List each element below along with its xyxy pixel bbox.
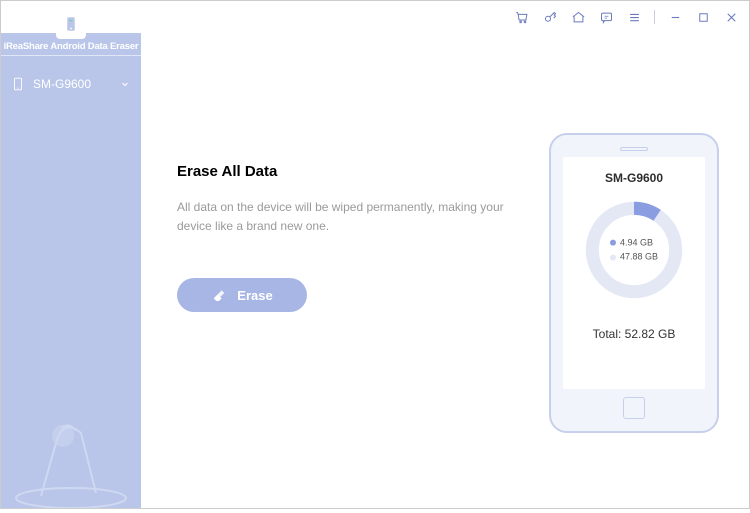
sidebar-device-item[interactable]: SM-G9600 [1, 67, 141, 101]
storage-legend: 4.94 GB 47.88 GB [610, 236, 658, 265]
device-preview-screen: SM-G9600 4.94 GB 47.88 GB [563, 157, 705, 389]
separator [654, 10, 655, 24]
erase-button[interactable]: Erase [177, 278, 307, 312]
menu-icon[interactable] [626, 9, 642, 25]
key-icon[interactable] [542, 9, 558, 25]
divider [1, 55, 141, 56]
phone-speaker-icon [620, 147, 648, 151]
phone-home-button-icon [623, 397, 645, 419]
legend-dot-free-icon [610, 254, 616, 260]
maximize-icon[interactable] [695, 9, 711, 25]
main-panel: Erase All Data All data on the device wi… [141, 33, 749, 508]
sidebar-decoration-icon [1, 388, 141, 508]
storage-donut-chart: 4.94 GB 47.88 GB [579, 195, 689, 305]
app-name: iReaShare Android Data Eraser [4, 41, 139, 52]
close-icon[interactable] [723, 9, 739, 25]
app-logo: iReaShare Android Data Eraser [1, 5, 141, 60]
phone-icon [11, 74, 25, 94]
storage-total: Total: 52.82 GB [593, 327, 676, 341]
sidebar: iReaShare Android Data Eraser SM-G9600 [1, 33, 141, 508]
logo-mark-icon [56, 9, 86, 39]
device-preview: SM-G9600 4.94 GB 47.88 GB [549, 133, 719, 433]
legend-free: 47.88 GB [610, 250, 658, 264]
app-body: iReaShare Android Data Eraser SM-G9600 E… [1, 33, 749, 508]
feedback-icon[interactable] [598, 9, 614, 25]
minimize-icon[interactable] [667, 9, 683, 25]
chevron-down-icon [119, 78, 131, 90]
legend-dot-used-icon [610, 240, 616, 246]
legend-free-label: 47.88 GB [620, 250, 658, 264]
legend-used: 4.94 GB [610, 236, 658, 250]
home-icon[interactable] [570, 9, 586, 25]
erase-button-label: Erase [237, 288, 272, 303]
legend-used-label: 4.94 GB [620, 236, 653, 250]
sidebar-device-label: SM-G9600 [33, 77, 91, 91]
eraser-icon [211, 287, 227, 303]
page-description: All data on the device will be wiped per… [177, 198, 517, 236]
device-preview-name: SM-G9600 [605, 171, 663, 185]
cart-icon[interactable] [514, 9, 530, 25]
